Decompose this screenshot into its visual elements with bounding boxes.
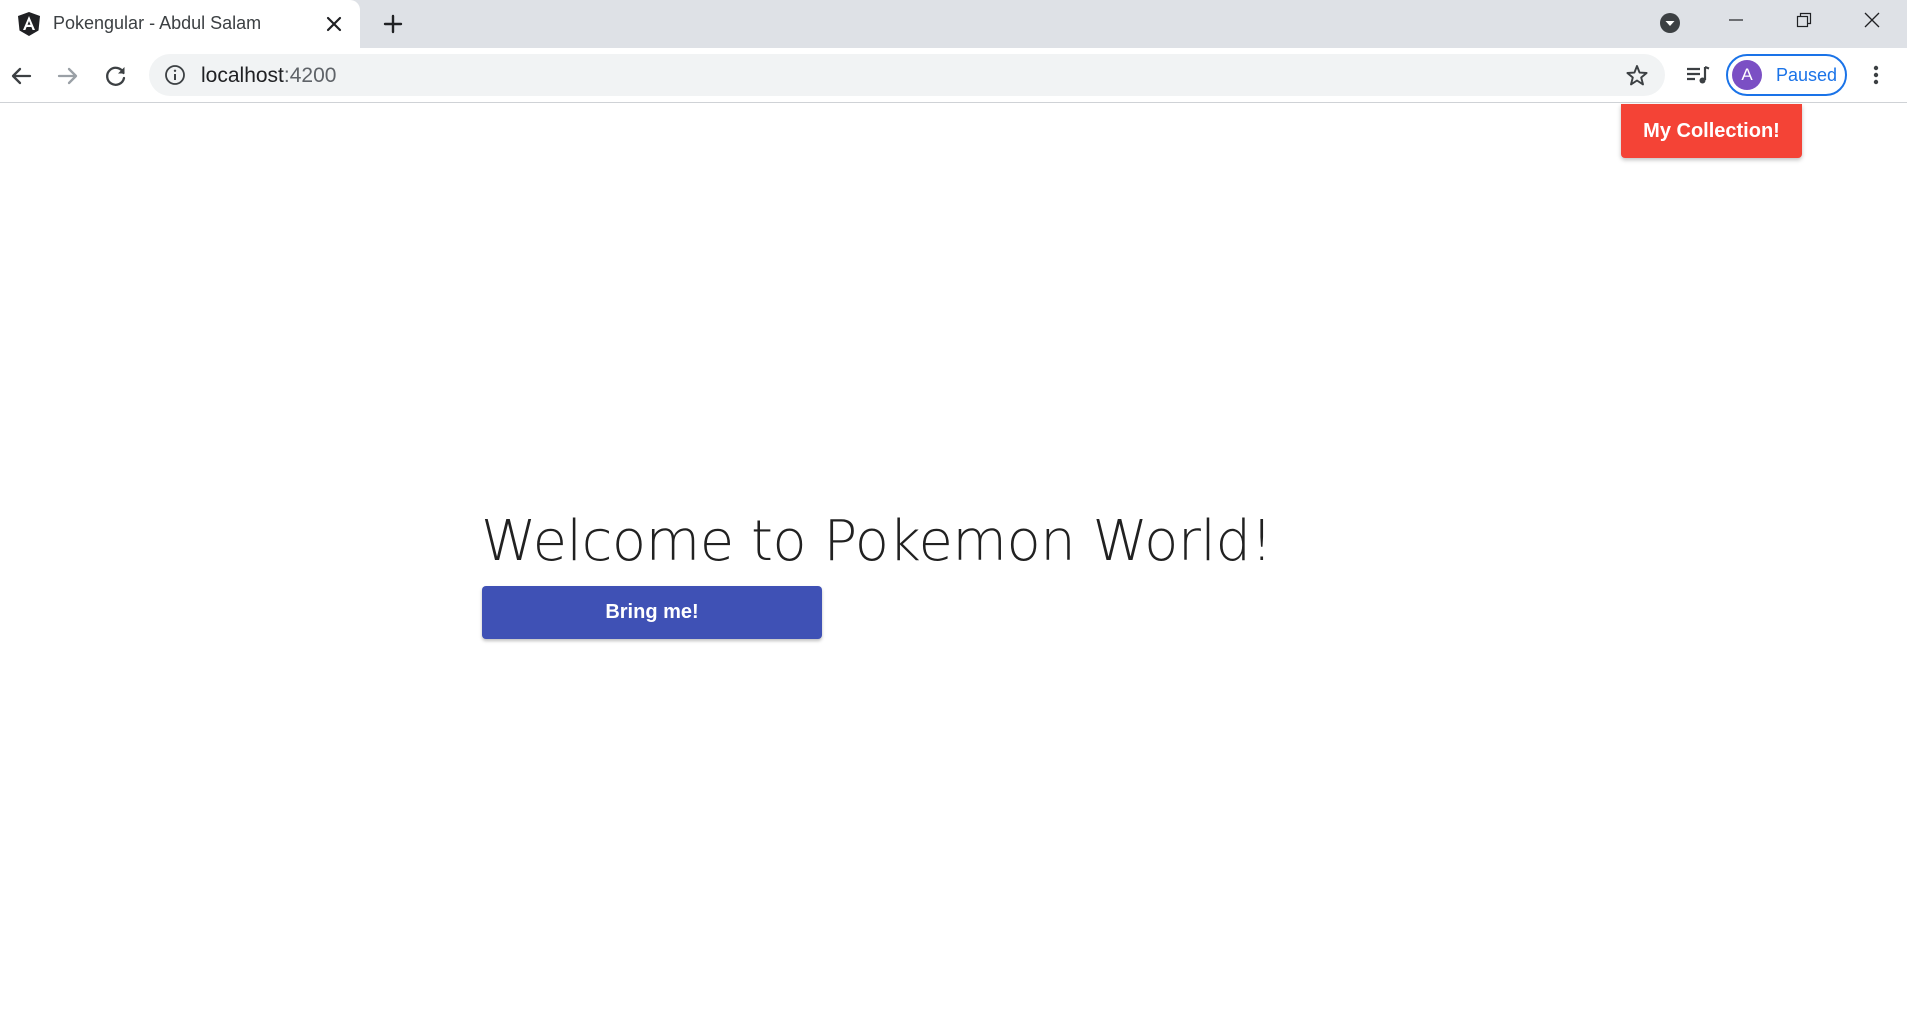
close-icon [1864,12,1880,28]
forward-arrow-icon[interactable] [53,61,83,91]
tab-title: Pokengular - Abdul Salam [53,13,262,33]
site-info-icon[interactable] [164,64,186,86]
welcome-title: Welcome to Pokemon World! [481,509,1273,574]
my-collection-button[interactable]: My Collection! [1621,104,1802,158]
avatar: A [1732,60,1762,90]
browser-toolbar: localhost:4200 A Paused [0,48,1907,103]
url-port: :4200 [283,64,337,87]
window-restore-button[interactable] [1771,0,1837,40]
window-minimize-button[interactable] [1703,0,1769,40]
page-content: My Collection! Welcome to Pokemon World!… [0,104,1907,1017]
browser-tab-active[interactable]: Pokengular - Abdul Salam [0,0,360,48]
restore-icon [1796,12,1812,28]
tab-search-icon[interactable] [1657,10,1683,36]
window-close-button[interactable] [1839,0,1905,40]
new-tab-plus-icon[interactable] [379,10,407,38]
url-host: localhost [201,64,284,87]
media-controls-icon[interactable] [1684,61,1712,89]
reload-icon[interactable] [101,61,131,91]
bookmark-star-icon[interactable] [1624,63,1650,89]
kebab-menu-icon[interactable] [1862,61,1890,89]
sync-status-label: Paused [1776,65,1838,85]
profile-chip[interactable]: A Paused [1726,54,1847,96]
back-arrow-icon[interactable] [6,61,36,91]
address-bar[interactable]: localhost:4200 [149,54,1665,96]
url-text: localhost:4200 [201,64,336,88]
bring-me-button[interactable]: Bring me! [482,586,822,639]
tab-strip: Pokengular - Abdul Salam [0,0,1907,48]
minimize-icon [1729,19,1743,21]
close-tab-icon[interactable] [322,12,346,36]
angular-icon [16,11,42,37]
